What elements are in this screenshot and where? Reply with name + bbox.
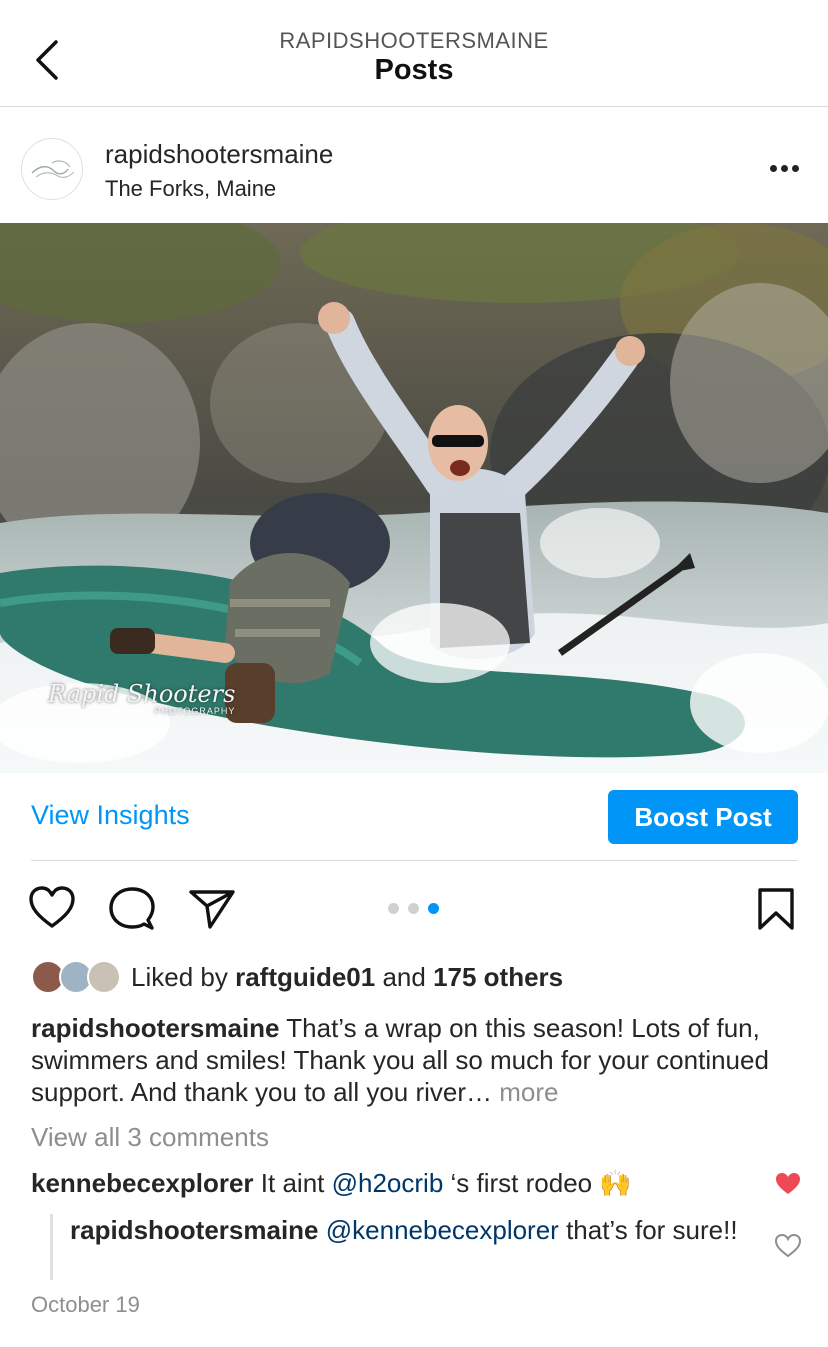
carousel-dot xyxy=(388,903,399,914)
top-nav-bar: RAPIDSHOOTERSMAINE Posts xyxy=(0,0,828,107)
photo-watermark: Rapid Shooters PHOTOGRAPHY xyxy=(48,680,235,716)
likes-prefix: Liked by xyxy=(131,962,236,992)
comment-liked-heart-icon[interactable] xyxy=(775,1172,801,1201)
share-send-icon[interactable] xyxy=(188,888,236,935)
divider xyxy=(31,860,798,861)
comment-text: It aint xyxy=(253,1168,332,1198)
boost-post-button[interactable]: Boost Post xyxy=(608,790,798,844)
avatar[interactable] xyxy=(21,138,83,200)
caption-username[interactable]: rapidshootersmaine xyxy=(31,1013,280,1043)
reply-mention[interactable]: @kennebecexplorer xyxy=(326,1215,559,1245)
comment-username[interactable]: kennebecexplorer xyxy=(31,1168,254,1198)
more-options-icon[interactable] xyxy=(762,153,806,183)
liker-avatar xyxy=(87,960,121,994)
comment-bubble-icon[interactable] xyxy=(108,886,156,937)
reply-item: rapidshootersmaine @kennebecexplorer tha… xyxy=(70,1214,760,1246)
post-caption: rapidshootersmaine That’s a wrap on this… xyxy=(31,1012,801,1108)
likes-others-link[interactable]: 175 others xyxy=(433,962,563,992)
raised-hands-emoji: 🙌 xyxy=(599,1168,632,1198)
page-title: Posts xyxy=(374,54,454,86)
caption-more-link[interactable]: more xyxy=(499,1077,558,1107)
post-location[interactable]: The Forks, Maine xyxy=(105,176,276,202)
comment-text: ‘s first rodeo xyxy=(443,1168,600,1198)
save-bookmark-icon[interactable] xyxy=(755,887,797,936)
reply-like-heart-icon[interactable] xyxy=(774,1233,802,1263)
comment-item: kennebecexplorer It aint @h2ocrib ‘s fir… xyxy=(31,1168,761,1199)
view-insights-link[interactable]: View Insights xyxy=(31,800,190,831)
like-heart-icon[interactable] xyxy=(28,886,76,935)
likes-text: Liked by raftguide01 and 175 others xyxy=(131,962,563,993)
view-all-comments-link[interactable]: View all 3 comments xyxy=(31,1122,269,1153)
carousel-dot-active xyxy=(428,903,439,914)
wave-logo-icon xyxy=(31,160,75,178)
reply-username[interactable]: rapidshootersmaine xyxy=(70,1215,319,1245)
header-account-name: RAPIDSHOOTERSMAINE xyxy=(279,28,549,53)
post-username[interactable]: rapidshootersmaine xyxy=(105,139,333,170)
post-date: October 19 xyxy=(31,1292,140,1317)
likes-conjunction: and xyxy=(375,962,434,992)
likes-row[interactable]: Liked by raftguide01 and 175 others xyxy=(31,960,811,994)
first-liker-link[interactable]: raftguide01 xyxy=(235,962,375,992)
carousel-dot xyxy=(408,903,419,914)
watermark-text: Rapid Shooters xyxy=(48,680,236,708)
reply-thread-line xyxy=(50,1214,53,1280)
reply-text: that’s for sure!! xyxy=(558,1215,738,1245)
comment-mention[interactable]: @h2ocrib xyxy=(332,1168,444,1198)
post-header: rapidshootersmaine The Forks, Maine xyxy=(0,107,828,223)
